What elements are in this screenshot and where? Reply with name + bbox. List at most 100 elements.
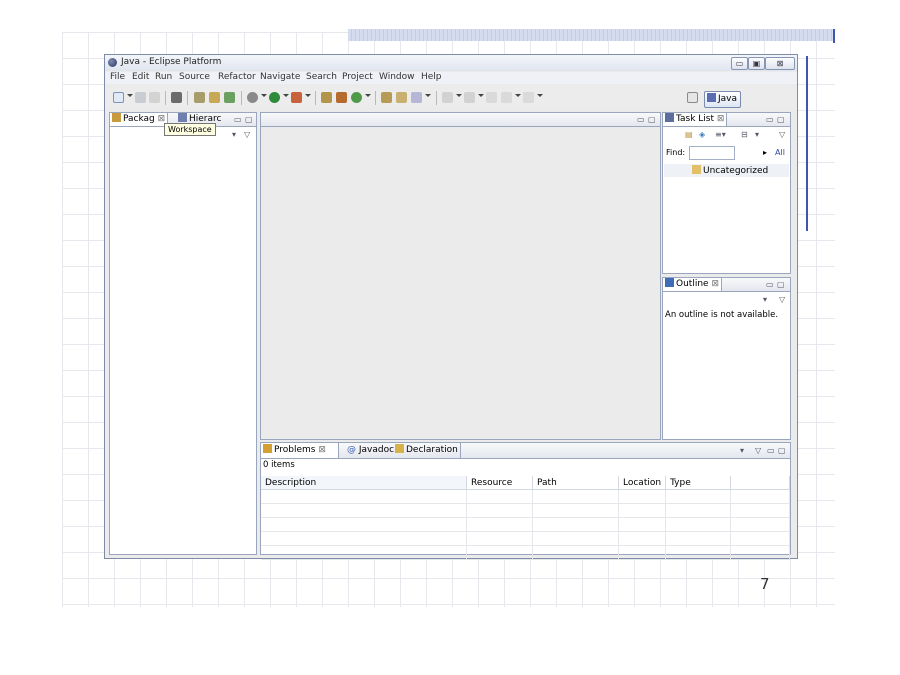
minimize-view-icon[interactable]: ▭ [234,115,242,124]
chevron-right-icon[interactable]: ▸ [763,148,767,157]
java-perspective-button[interactable]: Java [704,91,741,108]
menu-search[interactable]: Search [306,72,337,82]
chevron-down-icon[interactable] [127,94,133,97]
tab-outline[interactable]: Outline ⊠ [663,278,722,291]
collapse-all-icon[interactable]: ⊟ [741,130,748,139]
menu-window[interactable]: Window [379,72,415,82]
slide-header-bar [348,29,835,41]
folder-icon [692,165,701,174]
open-perspective-icon[interactable] [687,92,698,103]
chevron-down-icon[interactable]: ▽ [779,130,785,139]
view-menu-icon[interactable]: ▾ [740,446,744,455]
chevron-down-icon[interactable]: ▽ [755,446,761,455]
close-tab-icon[interactable]: ⊠ [318,445,326,455]
column-description[interactable]: Description [261,476,467,490]
print-icon[interactable] [149,92,160,103]
chevron-down-icon[interactable] [456,94,462,97]
maximize-view-icon[interactable]: ▢ [245,115,253,124]
toolbar-separator [165,91,166,105]
categorize-icon[interactable]: ≡▾ [715,130,726,139]
tab-label: Outline [676,279,709,289]
menu-run[interactable]: Run [155,72,172,82]
external-tools-icon[interactable] [291,92,302,103]
forward-icon[interactable] [523,92,534,103]
save-icon[interactable] [135,92,146,103]
menu-navigate[interactable]: Navigate [260,72,300,82]
tab-package-explorer[interactable]: Packag ⊠ [110,113,169,126]
maximize-button[interactable]: ▣ [748,57,765,70]
debug-icon[interactable] [247,92,258,103]
open-folder-icon[interactable] [381,92,392,103]
editor-tabbar: ▭ ▢ [261,113,660,127]
open-type-icon[interactable] [194,92,205,103]
search-icon[interactable] [411,92,422,103]
chevron-down-icon[interactable]: ▽ [779,295,785,304]
close-tab-icon[interactable]: ⊠ [711,279,719,289]
menu-refactor[interactable]: Refactor [218,72,256,82]
menu-help[interactable]: Help [421,72,442,82]
next-annotation-icon[interactable] [442,92,453,103]
chevron-down-icon[interactable] [515,94,521,97]
close-button[interactable]: ⊠ [765,57,795,70]
title-bar[interactable]: Java - Eclipse Platform ▭ ▣ ⊠ [105,55,797,71]
run-icon[interactable] [269,92,280,103]
column-type[interactable]: Type [665,476,732,490]
minimize-view-icon[interactable]: ▭ [766,115,774,124]
uncategorized-row[interactable]: Uncategorized [664,164,789,177]
maximize-view-icon[interactable]: ▢ [648,115,656,124]
maximize-view-icon[interactable]: ▢ [777,280,785,289]
view-menu-icon[interactable]: ▾ [232,130,236,139]
tab-task-list[interactable]: Task List ⊠ [663,113,728,126]
view-menu-icon[interactable]: ▾ [763,295,767,304]
menu-project[interactable]: Project [342,72,373,82]
menu-file[interactable]: File [110,72,125,82]
tab-declaration[interactable]: Declaration [393,443,461,458]
tooltip: Workspace [164,123,216,136]
chevron-down-icon[interactable]: ▽ [244,130,250,139]
menu-source[interactable]: Source [179,72,210,82]
minimize-view-icon[interactable]: ▭ [766,280,774,289]
menu-edit[interactable]: Edit [132,72,149,82]
problems-table: Description Resource Path Location Type [261,476,790,560]
chevron-down-icon[interactable] [261,94,267,97]
sync-icon[interactable]: ◈ [699,130,705,139]
page-number: 7 [760,575,770,593]
chevron-down-icon[interactable] [283,94,289,97]
new-task-icon[interactable]: ▤ [685,130,693,139]
column-filler [730,476,790,490]
tab-javadoc[interactable]: @ Javadoc [345,443,396,458]
close-tab-icon[interactable]: ⊠ [717,114,725,124]
open-task-icon[interactable] [396,92,407,103]
minimize-view-icon[interactable]: ▭ [637,115,645,124]
maximize-view-icon[interactable]: ▢ [777,115,785,124]
column-path[interactable]: Path [532,476,619,490]
back-icon[interactable] [501,92,512,103]
new-class-icon[interactable] [224,92,235,103]
hierarchy-icon [178,113,187,122]
terminal-icon[interactable] [171,92,182,103]
declaration-icon [395,444,404,453]
table-header-row: Description Resource Path Location Type [261,476,790,490]
chevron-down-icon[interactable] [537,94,543,97]
find-input[interactable] [689,146,735,160]
column-resource[interactable]: Resource [466,476,533,490]
minimize-view-icon[interactable]: ▭ [767,446,775,455]
new-package-icon[interactable] [321,92,332,103]
new-interface-icon[interactable] [336,92,347,103]
view-menu-icon[interactable]: ▾ [755,130,759,139]
chevron-down-icon[interactable] [365,94,371,97]
new-java-project-icon[interactable] [209,92,220,103]
new-icon[interactable] [113,92,124,103]
previous-annotation-icon[interactable] [464,92,475,103]
all-link[interactable]: All [775,148,785,157]
maximize-view-icon[interactable]: ▢ [778,446,786,455]
new-enum-icon[interactable] [351,92,362,103]
minimize-button[interactable]: ▭ [731,57,748,70]
column-location[interactable]: Location [618,476,667,490]
chevron-down-icon[interactable] [305,94,311,97]
last-edit-location-icon[interactable] [486,92,497,103]
chevron-down-icon[interactable] [478,94,484,97]
tab-problems[interactable]: Problems ⊠ [261,443,339,458]
table-row [261,517,790,532]
chevron-down-icon[interactable] [425,94,431,97]
